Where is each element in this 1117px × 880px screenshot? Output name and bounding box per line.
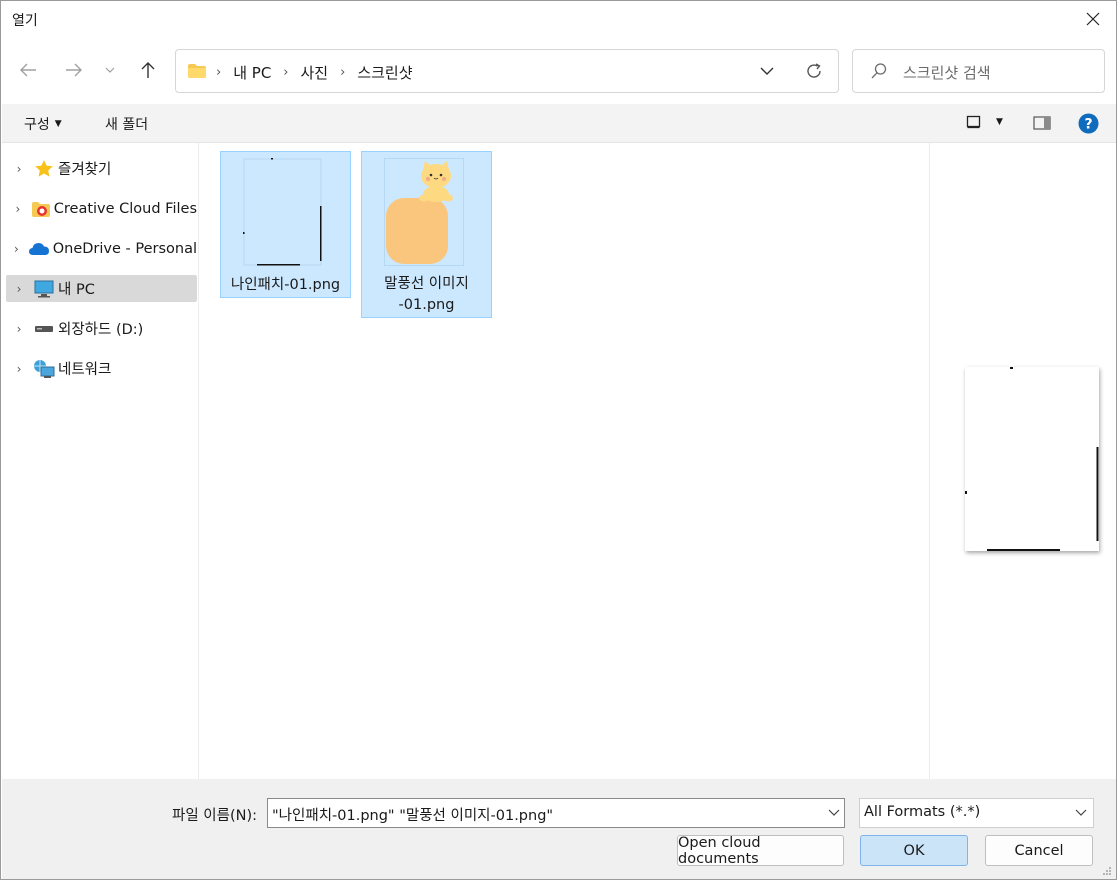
sidebar-item-favorites[interactable]: › 즐겨찾기 [6,155,197,182]
close-icon [1086,12,1100,26]
search-icon [871,63,887,79]
chevron-down-icon [105,67,115,73]
breadcrumb-separator-icon: › [340,65,346,80]
dialog-footer: 파일 이름(N): "나인패치-01.png" "말풍선 이미지-01.png"… [2,779,1116,879]
breadcrumb-photos[interactable]: 사진 [301,62,329,83]
sidebar-item-my-pc[interactable]: › 내 PC [6,275,197,302]
navigation-pane: › 즐겨찾기 › Creative Cloud Files › OneDrive… [2,143,199,779]
expand-chevron-icon[interactable]: › [7,162,31,176]
back-button[interactable] [15,57,41,83]
monitor-icon [33,279,55,299]
preview-pane-icon [1033,116,1051,130]
help-button[interactable]: ? [1078,113,1099,138]
back-arrow-icon [20,63,36,77]
file-item-speech-bubble[interactable]: 말풍선 이미지 -01.png [361,151,492,318]
search-box[interactable]: 스크린샷 검색 [852,49,1105,93]
command-bar: 구성 ▼ 새 폴더 ▼ ? [2,104,1116,143]
open-file-dialog: 열기 › 내 PC › 사진 › 스크린샷 스크린샷 검색 구성 ▼ 새 폴더 … [0,0,1117,880]
ok-button[interactable]: OK [860,835,968,866]
creative-cloud-icon [31,199,51,219]
view-options-button[interactable]: ▼ [966,115,1003,129]
star-icon [33,159,55,179]
folder-icon [188,64,206,78]
sidebar-item-onedrive[interactable]: › OneDrive - Personal [6,235,197,262]
file-thumbnail [243,158,323,266]
breadcrumb-my-pc[interactable]: 내 PC [233,62,271,83]
sidebar-item-label: 네트워크 [58,362,112,378]
refresh-icon [807,63,821,78]
sidebar-item-label: 내 PC [58,282,95,298]
file-item-ninepatch[interactable]: 나인패치-01.png [220,151,351,298]
file-type-select[interactable]: All Formats (*.*) [859,798,1094,828]
expand-chevron-icon[interactable]: › [7,282,31,296]
up-button[interactable] [135,57,161,83]
title-bar: 열기 [1,1,1116,37]
sidebar-item-label: 즐겨찾기 [58,162,112,178]
organize-menu-button[interactable]: 구성 ▼ [24,114,62,134]
expand-chevron-icon[interactable]: › [7,362,31,376]
filename-history-dropdown[interactable] [828,805,840,825]
refresh-button[interactable] [805,62,823,84]
breadcrumb: › 내 PC › 사진 › 스크린샷 [216,62,425,83]
file-name-line1: 말풍선 이미지 [384,276,469,292]
sidebar-item-creative-cloud[interactable]: › Creative Cloud Files [6,195,197,222]
address-bar[interactable]: › 내 PC › 사진 › 스크린샷 [175,49,839,93]
help-icon: ? [1078,113,1099,134]
file-thumbnail [384,158,464,266]
file-type-value: All Formats (*.*) [864,804,981,820]
close-button[interactable] [1070,1,1116,37]
network-icon [33,359,55,379]
svg-text:?: ? [1084,117,1092,133]
chevron-down-icon [1075,805,1087,825]
breadcrumb-screenshots[interactable]: 스크린샷 [357,62,412,83]
forward-button[interactable] [61,57,87,83]
new-folder-button[interactable]: 새 폴더 [105,114,148,134]
chevron-down-icon [828,809,840,816]
expand-chevron-icon[interactable]: › [7,202,29,216]
open-cloud-documents-button[interactable]: Open cloud documents [677,835,844,867]
breadcrumb-separator-icon: › [216,65,222,80]
sidebar-item-label: OneDrive - Personal [52,240,197,257]
filename-value: "나인패치-01.png" "말풍선 이미지-01.png" [272,808,554,824]
expand-chevron-icon[interactable]: › [7,322,31,336]
filename-label: 파일 이름(N): [172,808,258,824]
filename-input[interactable]: "나인패치-01.png" "말풍선 이미지-01.png" [267,798,845,828]
sidebar-item-label: Creative Cloud Files [53,200,197,217]
file-name: 나인패치-01.png [230,277,341,293]
file-name-line2: -01.png [398,297,455,313]
organize-label: 구성 [24,117,50,133]
search-placeholder: 스크린샷 검색 [903,64,991,82]
cancel-button[interactable]: Cancel [985,835,1093,866]
recent-locations-button[interactable] [99,57,121,83]
caret-down-icon: ▼ [54,119,62,129]
chevron-down-icon [760,67,774,75]
preview-pane-toggle[interactable] [1033,116,1051,134]
up-arrow-icon [141,62,155,78]
resize-grip-icon[interactable] [1102,866,1112,876]
expand-chevron-icon[interactable]: › [7,242,26,256]
onedrive-cloud-icon [28,239,50,259]
sidebar-item-label: 외장하드 (D:) [58,322,144,338]
dialog-title: 열기 [12,13,38,29]
sidebar-item-external-drive[interactable]: › 외장하드 (D:) [6,315,197,342]
view-layout-icon [966,115,981,129]
preview-pane [929,143,1116,779]
forward-arrow-icon [66,63,82,77]
drive-icon [33,319,55,339]
caret-down-icon: ▼ [996,117,1003,127]
preview-image [965,367,1099,551]
breadcrumb-separator-icon: › [283,65,289,80]
address-history-dropdown[interactable] [759,62,775,84]
sidebar-item-network[interactable]: › 네트워크 [6,355,197,382]
file-list: 나인패치-01.png 말풍선 이미지 -01.png [200,143,928,779]
